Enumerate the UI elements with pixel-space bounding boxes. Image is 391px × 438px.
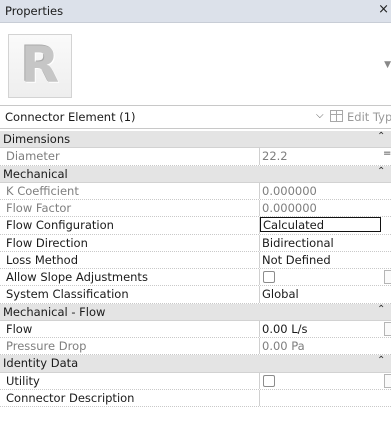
- property-row[interactable]: Flow 0.00 L/s: [0, 320, 391, 338]
- properties-grid: Dimensions ⌃ Diameter 22.2 = Mechanical ⌃ K Coe…: [0, 131, 391, 407]
- chevron-down-icon[interactable]: ⌵: [316, 110, 324, 121]
- type-preview-image: R: [8, 34, 72, 98]
- associate-parameter-button[interactable]: [384, 373, 391, 388]
- property-value-editor[interactable]: Calculated: [260, 217, 381, 233]
- property-value: 22.2: [262, 149, 288, 164]
- revit-logo-icon: R: [20, 36, 60, 94]
- property-name: Flow Direction: [6, 235, 88, 250]
- property-name: Allow Slope Adjustments: [6, 270, 148, 284]
- property-name: Flow Configuration: [6, 218, 114, 233]
- property-row[interactable]: Connector Description: [0, 389, 391, 407]
- window-title: Properties: [5, 4, 64, 18]
- property-value[interactable]: 0.00 L/s: [262, 322, 382, 336]
- property-row[interactable]: System Classification Global: [0, 286, 391, 304]
- category-header[interactable]: Identity Data ⌃: [0, 355, 391, 373]
- column-divider: [259, 251, 260, 268]
- property-name: Loss Method: [6, 252, 79, 267]
- category-header[interactable]: Dimensions ⌃: [0, 131, 391, 149]
- category-header[interactable]: Mechanical ⌃: [0, 165, 391, 183]
- category-label: Identity Data: [3, 356, 79, 371]
- property-row[interactable]: Loss Method Not Defined: [0, 251, 391, 269]
- property-row[interactable]: K Coefficient 0.000000: [0, 182, 391, 200]
- collapse-icon[interactable]: ⌃: [377, 131, 385, 142]
- category-label: Dimensions: [3, 132, 71, 146]
- category-header[interactable]: Mechanical - Flow ⌃: [0, 303, 391, 321]
- property-name: Utility: [6, 373, 40, 388]
- property-row[interactable]: Flow Factor 0.000000: [0, 200, 391, 218]
- edit-type-button[interactable]: Edit Type: [347, 110, 391, 124]
- property-value: 0.000000: [262, 183, 317, 198]
- property-name: K Coefficient: [6, 183, 79, 198]
- associate-parameter-icon[interactable]: =: [383, 148, 391, 159]
- column-divider: [259, 269, 260, 286]
- property-name: Pressure Drop: [6, 339, 87, 353]
- associate-parameter-button[interactable]: [384, 270, 391, 284]
- property-value: 0.00 Pa: [262, 339, 305, 353]
- properties-palette: Properties × R ▼ Connector Element (1) ⌵…: [0, 0, 391, 438]
- column-divider: [259, 182, 260, 199]
- property-checkbox[interactable]: [263, 271, 275, 283]
- type-dropdown-arrow-icon[interactable]: ▼: [384, 60, 391, 70]
- property-row[interactable]: Flow Configuration Calculated: [0, 217, 391, 235]
- property-value: 0.000000: [262, 201, 317, 215]
- column-divider: [259, 338, 260, 355]
- edit-type-icon: [330, 110, 343, 122]
- property-value[interactable]: Global: [262, 287, 382, 301]
- property-row[interactable]: Allow Slope Adjustments: [0, 269, 391, 287]
- collapse-icon[interactable]: ⌃: [377, 355, 385, 366]
- property-row[interactable]: Diameter 22.2 =: [0, 148, 391, 166]
- column-divider: [259, 148, 260, 165]
- property-value[interactable]: Not Defined: [262, 253, 382, 267]
- property-row[interactable]: Flow Direction Bidirectional: [0, 234, 391, 252]
- property-name: Connector Description: [6, 390, 135, 405]
- column-divider: [259, 389, 260, 406]
- title-bar: Properties ×: [0, 0, 391, 23]
- collapse-icon[interactable]: ⌃: [377, 304, 385, 315]
- property-row[interactable]: Utility: [0, 372, 391, 390]
- property-checkbox[interactable]: [263, 374, 275, 387]
- property-name: Diameter: [6, 149, 60, 164]
- category-label: Mechanical: [3, 166, 68, 181]
- element-filter-label: Connector Element (1): [5, 110, 136, 124]
- property-row[interactable]: Pressure Drop 0.00 Pa: [0, 338, 391, 356]
- collapse-icon[interactable]: ⌃: [377, 166, 385, 177]
- category-label: Mechanical - Flow: [3, 304, 106, 319]
- element-filter-dropdown[interactable]: Connector Element (1) ⌵ Edit Type: [0, 105, 391, 129]
- property-name: Flow: [6, 321, 33, 336]
- property-name: System Classification: [6, 287, 129, 302]
- associate-parameter-button[interactable]: [384, 321, 391, 336]
- type-selector-header: R ▼: [0, 23, 391, 105]
- close-icon[interactable]: ×: [378, 2, 389, 17]
- column-divider: [259, 286, 260, 303]
- column-divider: [259, 234, 260, 251]
- column-divider: [259, 200, 260, 217]
- column-divider: [259, 372, 260, 389]
- property-name: Flow Factor: [6, 201, 72, 215]
- column-divider: [259, 320, 260, 337]
- property-value[interactable]: Bidirectional: [262, 236, 382, 250]
